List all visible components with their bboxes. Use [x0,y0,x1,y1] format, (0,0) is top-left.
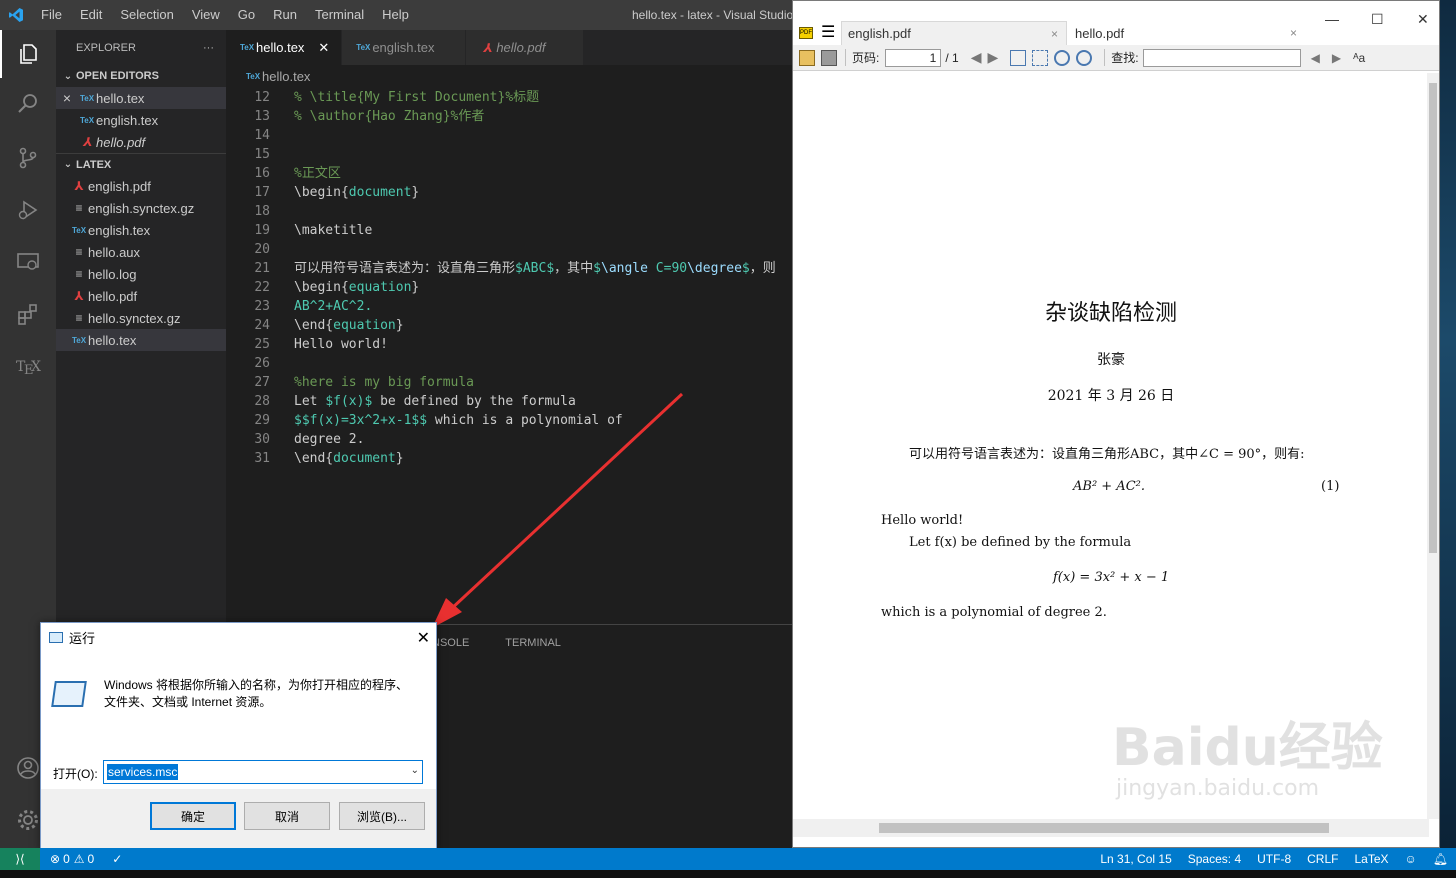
run-dialog-body: Windows 将根据你所输入的名称，为你打开相应的程序、 文件夹、文档或 In… [41,651,436,789]
run-description-line: 文件夹、文档或 Internet 资源。 [104,695,272,709]
run-description: Windows 将根据你所输入的名称，为你打开相应的程序、 文件夹、文档或 In… [104,677,408,711]
run-dialog-title: 运行 [69,630,96,646]
check-icon[interactable]: ✓ [112,852,122,866]
run-command-value: services.msc [107,764,179,780]
ok-button[interactable]: 确定 [150,802,236,830]
windows-taskbar [0,870,1456,878]
close-icon[interactable]: ✕ [417,628,430,648]
run-description-line: Windows 将根据你所输入的名称，为你打开相应的程序、 [104,678,409,692]
indentation[interactable]: Spaces: 4 [1180,852,1249,866]
end-of-line[interactable]: CRLF [1299,852,1346,866]
run-window-icon [49,631,63,643]
run-dialog: 运行 ✕ Windows 将根据你所输入的名称，为你打开相应的程序、 文件夹、文… [40,622,437,850]
error-count[interactable]: 0 [63,852,70,866]
error-icon[interactable]: ⊗ [50,852,60,866]
open-label: 打开(O): [53,767,98,781]
run-dialog-footer: 确定 取消 浏览(B)... [41,789,436,849]
run-command-input[interactable]: services.msc ⌄ [103,760,423,784]
cursor-position[interactable]: Ln 31, Col 15 [1092,852,1179,866]
status-right: Ln 31, Col 15 Spaces: 4 UTF-8 CRLF LaTeX… [1092,848,1456,870]
browse-button[interactable]: 浏览(B)... [339,802,425,830]
notifications-icon[interactable]: 🔔︎ [1425,852,1456,866]
warning-count[interactable]: 0 [88,852,95,866]
chevron-down-icon[interactable]: ⌄ [411,765,419,776]
feedback-icon[interactable]: ☺ [1397,852,1425,866]
cancel-button[interactable]: 取消 [244,802,330,830]
remote-indicator-icon[interactable]: ⟩⟨ [0,848,40,870]
encoding[interactable]: UTF-8 [1249,852,1299,866]
warning-icon[interactable]: ⚠ [74,852,85,866]
status-bar: ⟩⟨ ⊗ 0 ⚠ 0 ✓ Ln 31, Col 15 Spaces: 4 UTF… [0,848,1456,870]
language-mode[interactable]: LaTeX [1346,852,1396,866]
run-program-icon [51,681,87,707]
run-dialog-title-bar: 运行 [41,623,436,651]
